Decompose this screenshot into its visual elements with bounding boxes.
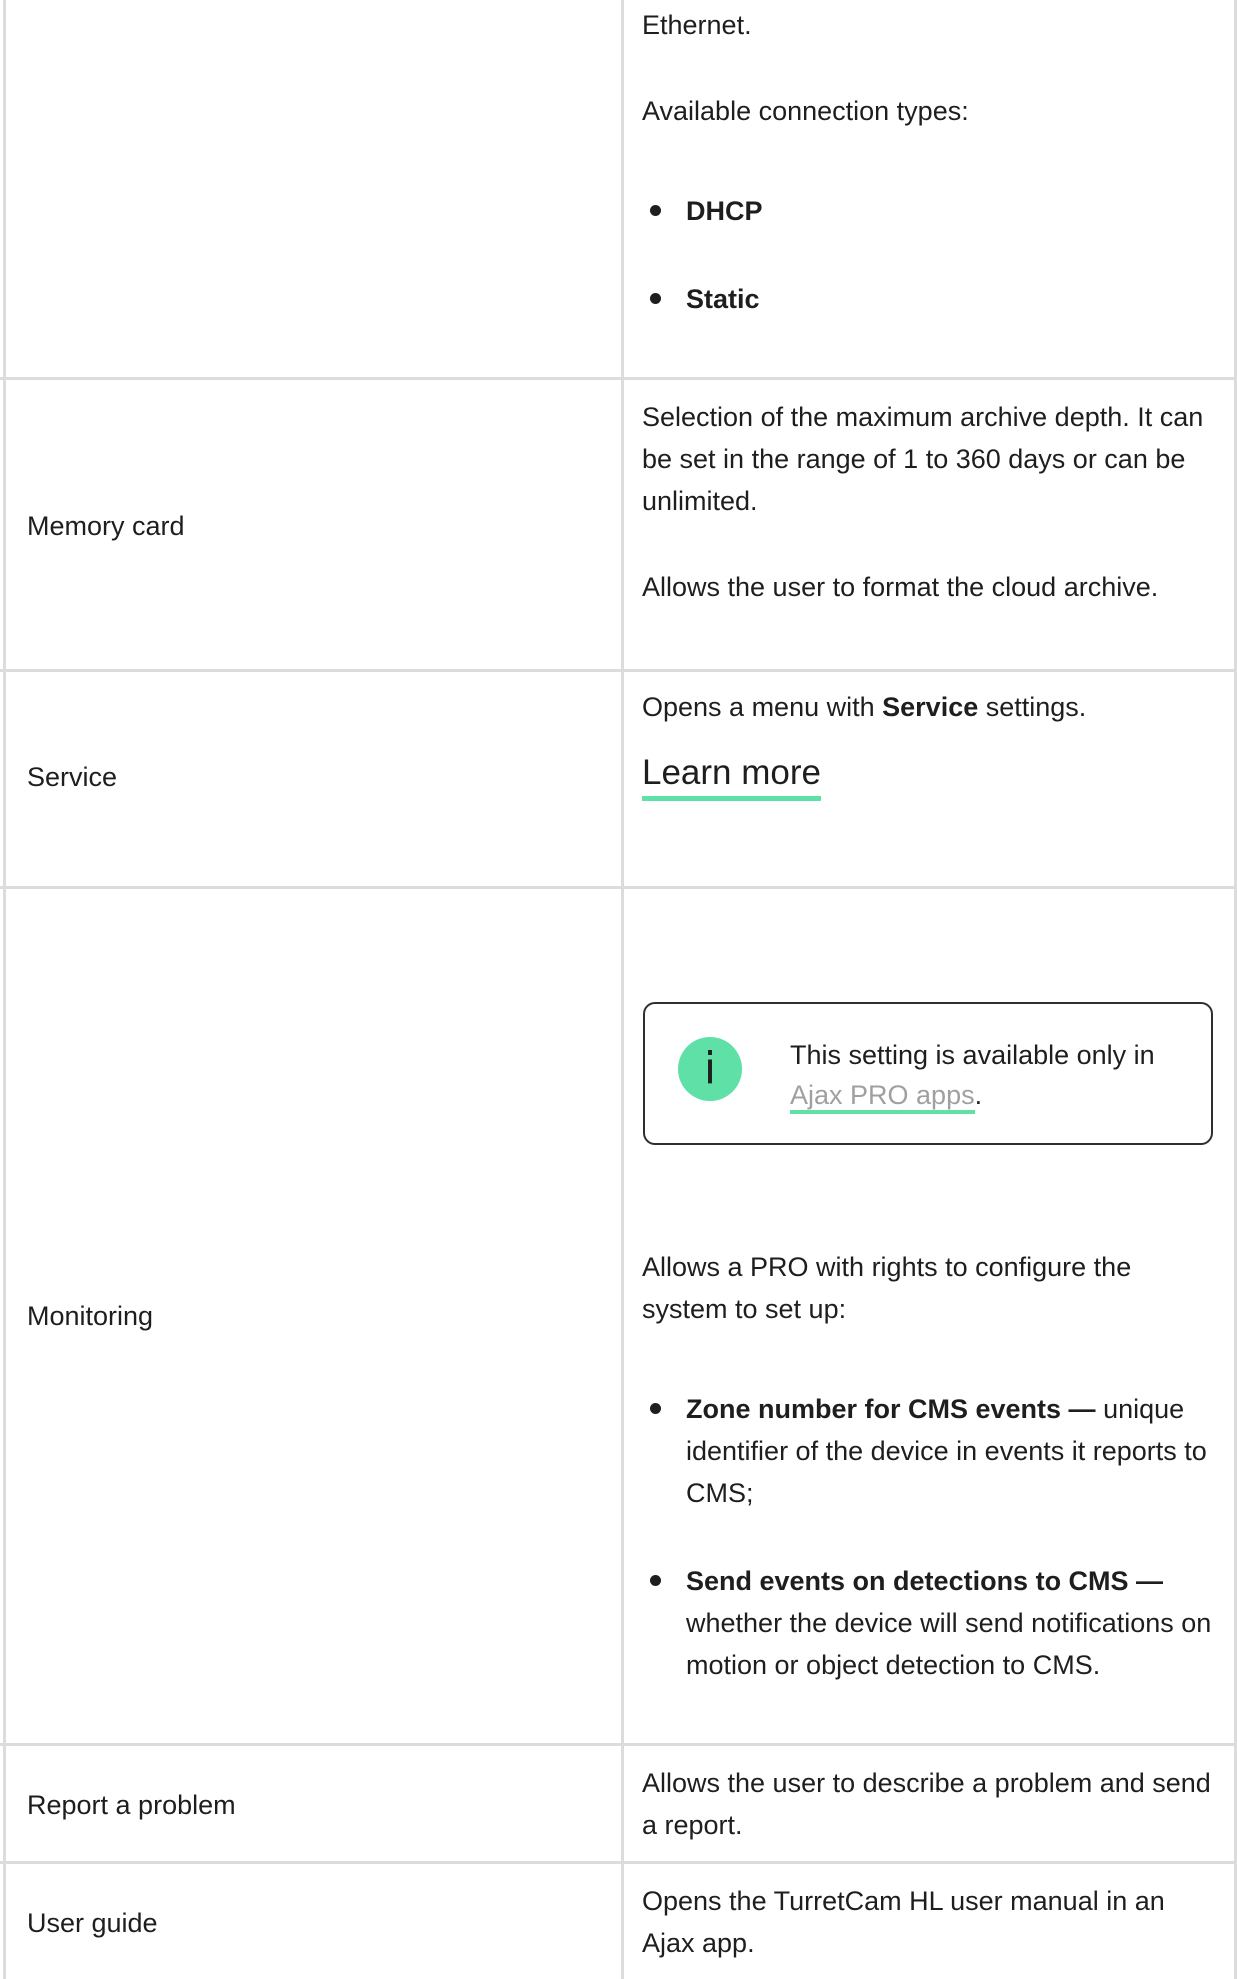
list-item: Static <box>642 278 1222 320</box>
memory-card-description: Selection of the maximum archive depth. … <box>642 396 1222 608</box>
list-item: Send events on detections to CMS — wheth… <box>642 1560 1222 1686</box>
report-problem-description: Allows the user to describe a problem an… <box>642 1768 1211 1840</box>
row-label-memory-card: Memory card <box>27 511 185 541</box>
table-column-divider <box>621 0 624 1979</box>
row-divider <box>0 1861 1237 1864</box>
user-guide-description: Opens the TurretCam HL user manual in an… <box>642 1886 1165 1958</box>
list-item: Zone number for CMS events — unique iden… <box>642 1388 1222 1514</box>
connection-type-dhcp: DHCP <box>686 196 763 226</box>
service-description: Opens a menu with Service settings. Lear… <box>642 686 1222 801</box>
connection-types-intro: Available connection types: <box>642 96 969 126</box>
row-divider <box>0 669 1237 672</box>
connection-description: Ethernet. Available connection types: DH… <box>642 4 1222 320</box>
learn-more-link[interactable]: Learn more <box>642 750 821 801</box>
monitoring-options-list: Zone number for CMS events — unique iden… <box>642 1388 1222 1686</box>
notice-text: This setting is available only in Ajax P… <box>790 1035 1200 1115</box>
format-archive-text: Allows the user to format the cloud arch… <box>642 572 1159 602</box>
connection-types-list: DHCP Static <box>642 190 1222 320</box>
monitoring-intro: Allows a PRO with rights to configure th… <box>642 1252 1132 1324</box>
row-divider <box>0 886 1237 889</box>
row-label-report-problem: Report a problem <box>27 1790 236 1820</box>
row-label-user-guide: User guide <box>27 1908 158 1938</box>
continued-text: Ethernet. <box>642 10 752 40</box>
row-divider <box>0 1743 1237 1746</box>
ajax-pro-apps-link[interactable]: Ajax PRO apps <box>790 1080 975 1114</box>
table-border-left <box>3 0 6 1979</box>
option-title: Zone number for CMS events — <box>686 1394 1096 1424</box>
row-label-monitoring: Monitoring <box>27 1301 154 1331</box>
list-item: DHCP <box>642 190 1222 232</box>
info-icon: i <box>678 1037 742 1101</box>
row-divider <box>0 377 1237 380</box>
row-label-service: Service <box>27 762 118 792</box>
option-title: Send events on detections to CMS — <box>686 1566 1164 1596</box>
connection-type-static: Static <box>686 284 760 314</box>
settings-table: Ethernet. Available connection types: DH… <box>0 0 1237 1979</box>
pro-apps-notice: i This setting is available only in Ajax… <box>643 1002 1213 1145</box>
service-text: Opens a menu with Service settings. <box>642 692 1087 722</box>
option-text: whether the device will send notificatio… <box>686 1608 1212 1680</box>
archive-depth-text: Selection of the maximum archive depth. … <box>642 402 1204 516</box>
monitoring-description: Allows a PRO with rights to configure th… <box>642 1246 1222 1686</box>
